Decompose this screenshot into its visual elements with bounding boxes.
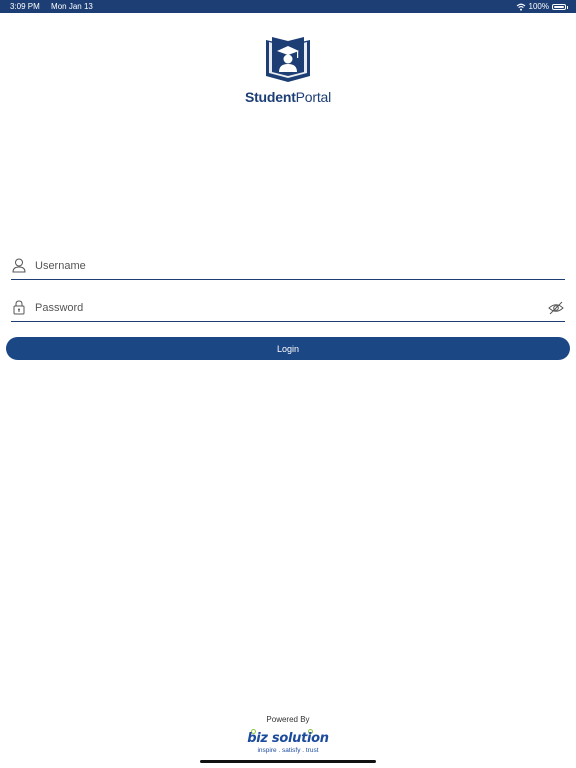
- user-icon: [11, 258, 27, 274]
- status-left: 3:09 PM Mon Jan 13: [10, 2, 102, 11]
- password-input[interactable]: [35, 297, 548, 318]
- status-right: 100%: [516, 2, 568, 11]
- home-indicator: [200, 760, 376, 763]
- battery-percent: 100%: [528, 2, 549, 11]
- company-name: biz solution: [247, 731, 329, 746]
- status-date: Mon Jan 13: [51, 2, 93, 11]
- password-field[interactable]: [11, 294, 565, 322]
- status-bar: 3:09 PM Mon Jan 13 100%: [0, 0, 576, 13]
- app-title: StudentPortal: [0, 89, 576, 105]
- username-field[interactable]: [11, 252, 565, 280]
- company-logo: biz solution inspire . satisfy . trust: [240, 729, 336, 757]
- graduate-book-icon: [266, 37, 310, 82]
- wifi-icon: [516, 3, 525, 11]
- battery-icon: [552, 3, 568, 10]
- eye-slash-icon[interactable]: [548, 300, 564, 316]
- status-time: 3:09 PM: [10, 2, 40, 11]
- company-tagline: inspire . satisfy . trust: [257, 747, 319, 754]
- username-input[interactable]: [35, 255, 565, 276]
- app-title-bold: Student: [244, 89, 296, 105]
- login-button[interactable]: Login: [6, 337, 570, 360]
- app-title-regular: Portal: [295, 89, 332, 105]
- lock-icon: [11, 300, 27, 316]
- powered-by-label: Powered By: [266, 715, 310, 724]
